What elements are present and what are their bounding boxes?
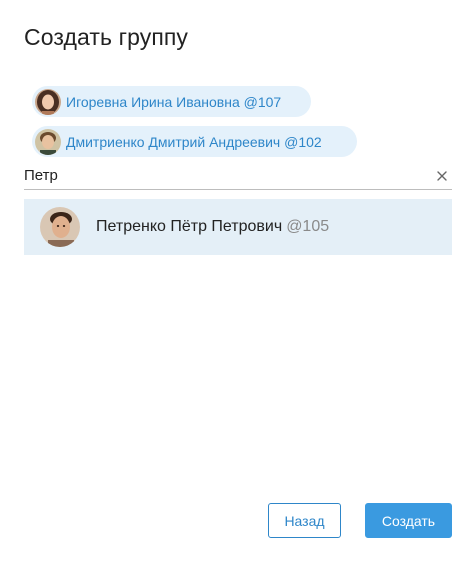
selected-member-chip[interactable]: Игоревна Ирина Ивановна @107 [32, 86, 311, 117]
create-group-dialog: Создать группу Игоревна Ирина Ивановна @… [0, 0, 476, 563]
back-button[interactable]: Назад [268, 503, 341, 538]
female-avatar-icon [35, 88, 61, 115]
dialog-title: Создать группу [24, 24, 189, 50]
male-avatar-icon [35, 128, 61, 155]
result-handle: @105 [286, 218, 330, 235]
result-name: Петренко Пётр Петрович [96, 218, 283, 235]
selected-member-label: Игоревна Ирина Ивановна @107 [66, 93, 282, 110]
search-result-item[interactable]: Петренко Пётр Петрович @105 [24, 199, 452, 255]
member-search [24, 162, 452, 190]
search-input[interactable] [24, 164, 424, 186]
create-button[interactable]: Создать [365, 503, 452, 538]
selected-member-label: Дмитриенко Дмитрий Андреевич @102 [66, 133, 322, 150]
close-icon[interactable] [436, 169, 448, 181]
selected-member-chip[interactable]: Дмитриенко Дмитрий Андреевич @102 [32, 126, 357, 157]
male-avatar-icon [40, 207, 80, 247]
